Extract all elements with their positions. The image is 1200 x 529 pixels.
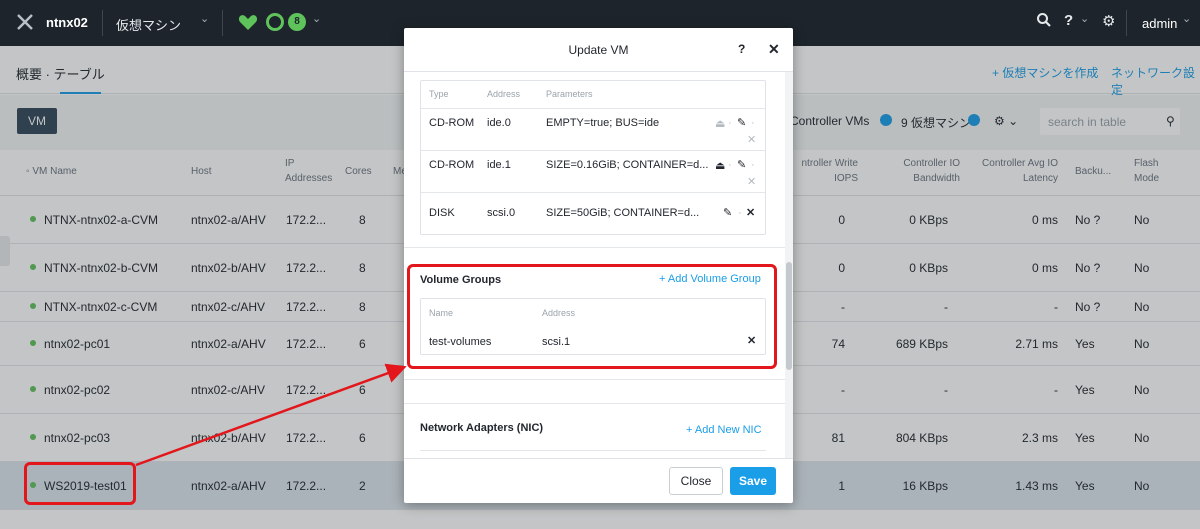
save-button[interactable]: Save: [730, 467, 776, 495]
disk-type: DISK: [429, 207, 455, 219]
disk-col-address: Address: [487, 89, 521, 99]
chevron-down-icon[interactable]: ⌄: [200, 12, 209, 25]
disk-type: CD-ROM: [429, 159, 475, 171]
edit-icon[interactable]: ✎: [737, 116, 746, 129]
volume-groups-highlight: [407, 264, 777, 369]
close-icon[interactable]: ✕: [768, 41, 780, 58]
context-menu[interactable]: 仮想マシン: [116, 15, 181, 34]
disk-address: ide.0: [487, 117, 511, 129]
divider: [404, 247, 785, 248]
vm-highlight: [24, 462, 136, 505]
disk-row: CD-ROM ide.1 SIZE=0.16GiB; CONTAINER=d..…: [421, 150, 765, 192]
disk-row: DISK scsi.0 SIZE=50GiB; CONTAINER=d... ✎…: [421, 192, 765, 234]
edit-icon[interactable]: ✎: [723, 206, 732, 219]
health-heart-icon[interactable]: [238, 13, 258, 31]
app-window: ntnx02 仮想マシン ⌄ 8 ⌄ ? ⌄ ⚙ admin ⌄ 概要 · テー…: [0, 0, 1200, 529]
chevron-down-icon[interactable]: ⌄: [312, 12, 321, 25]
scrollbar-thumb[interactable]: [786, 262, 792, 370]
chevron-down-icon[interactable]: ⌄: [1182, 12, 1191, 25]
disk-params: EMPTY=true; BUS=ide: [546, 117, 660, 129]
disk-col-params: Parameters: [546, 89, 593, 99]
status-ring-icon[interactable]: [266, 13, 284, 31]
dialog-title: Update VM: [568, 43, 629, 57]
edit-icon[interactable]: ✎: [737, 158, 746, 171]
disks-table: Type Address Parameters CD-ROM ide.0 EMP…: [420, 80, 766, 235]
chevron-down-icon[interactable]: ⌄: [1080, 12, 1089, 25]
prism-logo-icon[interactable]: [16, 13, 34, 31]
dialog-footer: Close Save: [404, 458, 793, 503]
user-menu[interactable]: admin: [1142, 16, 1177, 31]
alert-count-badge[interactable]: 8: [288, 13, 306, 31]
close-button[interactable]: Close: [669, 467, 723, 495]
help-icon[interactable]: ?: [738, 42, 745, 56]
search-icon[interactable]: [1036, 12, 1052, 28]
delete-icon: ✕: [747, 176, 757, 188]
eject-icon: ⏏: [715, 118, 726, 130]
dialog-scrollbar[interactable]: [785, 72, 793, 458]
divider: [1126, 10, 1127, 36]
eject-icon[interactable]: ⏏: [715, 159, 725, 172]
nic-table-top: [420, 450, 766, 451]
divider: [222, 10, 223, 36]
disk-params: SIZE=50GiB; CONTAINER=d...: [546, 207, 700, 219]
divider: [404, 403, 785, 404]
disk-row: CD-ROM ide.0 EMPTY=true; BUS=ide ⏏ · ✎ ·…: [421, 108, 765, 150]
delete-icon[interactable]: ✕: [746, 206, 755, 219]
cluster-name[interactable]: ntnx02: [46, 15, 88, 30]
separator-dot: ·: [738, 207, 742, 219]
delete-icon: ✕: [747, 134, 757, 146]
disk-type: CD-ROM: [429, 117, 475, 129]
divider: [404, 379, 785, 380]
nic-title: Network Adapters (NIC): [420, 422, 544, 434]
add-nic-button[interactable]: + Add New NIC: [686, 424, 762, 436]
disk-params: SIZE=0.16GiB; CONTAINER=d...: [546, 159, 709, 171]
separator-dot: ·: [728, 117, 732, 129]
divider: [102, 10, 103, 36]
separator-dot: ·: [728, 159, 732, 171]
help-icon[interactable]: ?: [1064, 12, 1073, 29]
gear-icon[interactable]: ⚙: [1102, 12, 1115, 30]
separator-dot: ·: [751, 159, 755, 171]
disk-col-type: Type: [429, 89, 449, 99]
disk-address: scsi.0: [487, 207, 516, 219]
separator-dot: ·: [751, 117, 755, 129]
dialog-header: Update VM ? ✕: [404, 28, 793, 72]
disk-address: ide.1: [487, 159, 511, 171]
